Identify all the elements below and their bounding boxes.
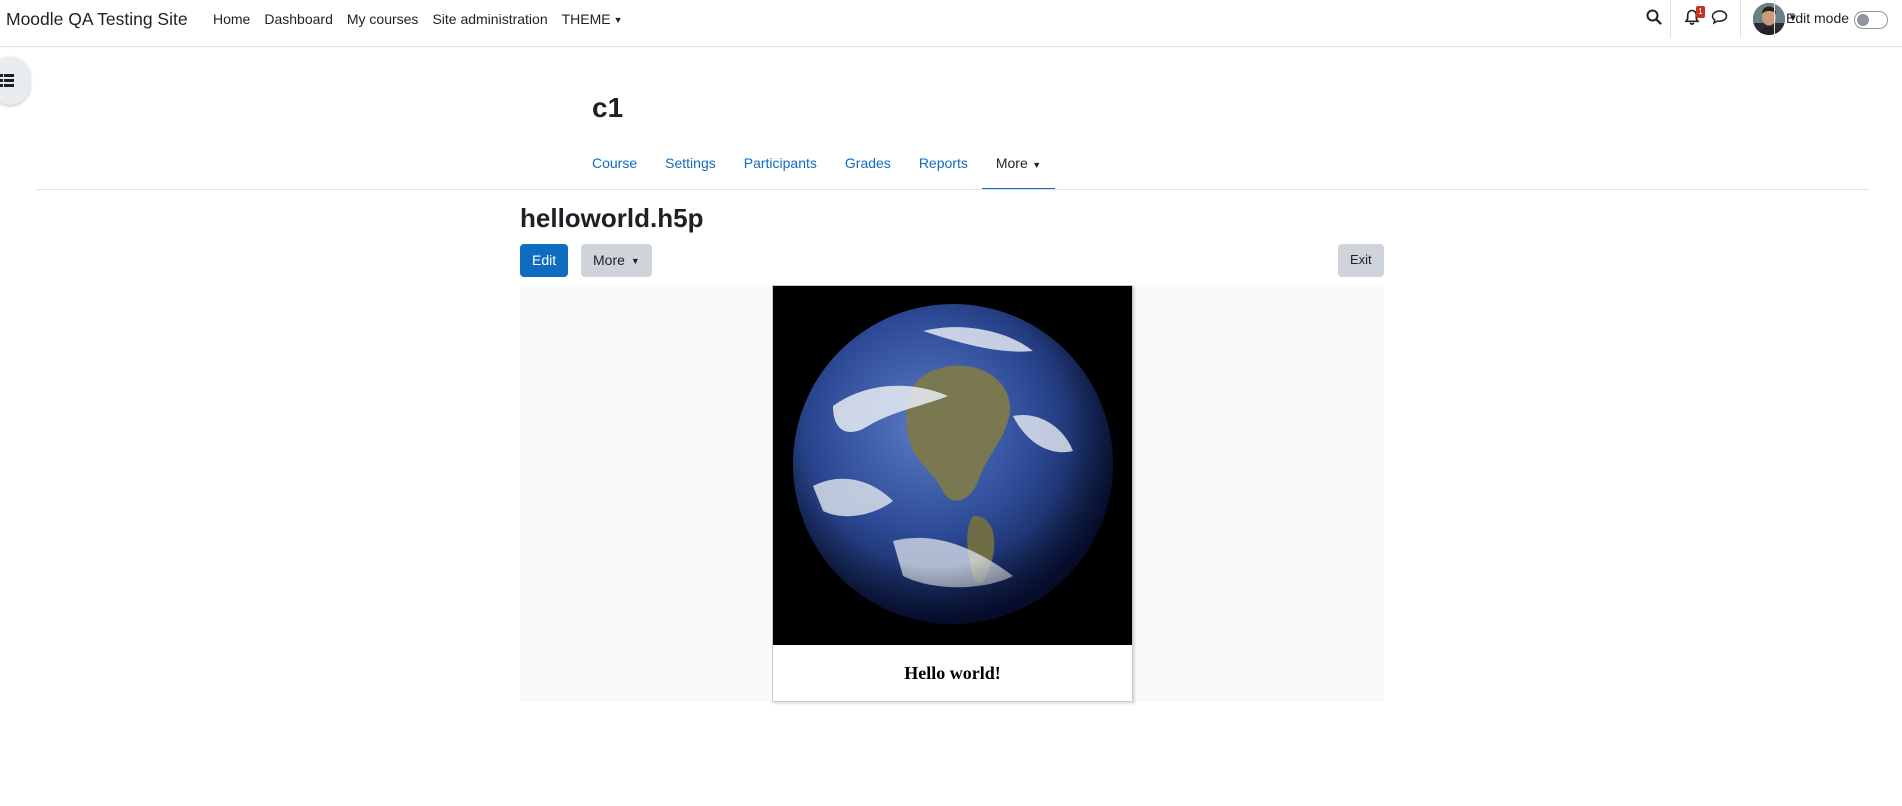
tab-reports[interactable]: Reports: [905, 142, 982, 190]
toggle-knob: [1857, 14, 1869, 26]
more-button[interactable]: More ▼: [581, 244, 652, 277]
site-brand[interactable]: Moodle QA Testing Site: [6, 9, 188, 30]
top-navbar: Moodle QA Testing Site Home Dashboard My…: [0, 0, 1902, 47]
notification-count-badge: 1: [1696, 6, 1705, 18]
exit-button[interactable]: Exit: [1338, 244, 1384, 277]
more-button-label: More: [593, 252, 625, 268]
nav-theme[interactable]: THEME ▼: [555, 11, 630, 27]
h5p-caption: Hello world!: [904, 663, 1001, 683]
tab-participants[interactable]: Participants: [730, 142, 831, 190]
chevron-down-icon: ▼: [630, 256, 640, 266]
edit-mode-label: Edit mode: [1786, 10, 1850, 26]
messages-icon[interactable]: [1711, 9, 1731, 29]
tab-grades[interactable]: Grades: [831, 142, 905, 190]
edit-mode-toggle[interactable]: [1854, 11, 1888, 29]
page-title: helloworld.h5p: [520, 203, 704, 233]
navbar-divider: [1774, 0, 1775, 38]
tab-more[interactable]: More ▼: [981, 142, 1056, 190]
navbar-divider: [1740, 0, 1741, 38]
list-icon: [0, 74, 14, 87]
course-index-toggle[interactable]: [0, 57, 30, 105]
chevron-down-icon: ▼: [613, 15, 623, 25]
nav-dashboard[interactable]: Dashboard: [257, 11, 340, 27]
earth-image: [773, 286, 1132, 645]
tab-course[interactable]: Course: [578, 142, 651, 190]
notifications-bell-icon[interactable]: 1: [1684, 6, 1705, 29]
user-avatar[interactable]: [1753, 3, 1785, 35]
primary-navigation: Home Dashboard My courses Site administr…: [206, 0, 630, 38]
h5p-image-card: Hello world!: [772, 285, 1133, 702]
tab-settings[interactable]: Settings: [651, 142, 730, 190]
edit-button[interactable]: Edit: [520, 244, 569, 277]
chevron-down-icon: ▼: [1029, 160, 1042, 170]
nav-home[interactable]: Home: [206, 11, 257, 27]
search-icon[interactable]: [1646, 9, 1666, 29]
nav-theme-label: THEME: [561, 11, 611, 27]
navbar-divider: [1670, 0, 1671, 38]
header-divider: [36, 189, 1869, 190]
tab-more-label: More: [995, 155, 1028, 171]
course-secondary-navigation: Course Settings Participants Grades Repo…: [578, 142, 1056, 190]
nav-my-courses[interactable]: My courses: [340, 11, 426, 27]
course-title: c1: [592, 92, 624, 123]
nav-site-administration[interactable]: Site administration: [425, 11, 554, 27]
